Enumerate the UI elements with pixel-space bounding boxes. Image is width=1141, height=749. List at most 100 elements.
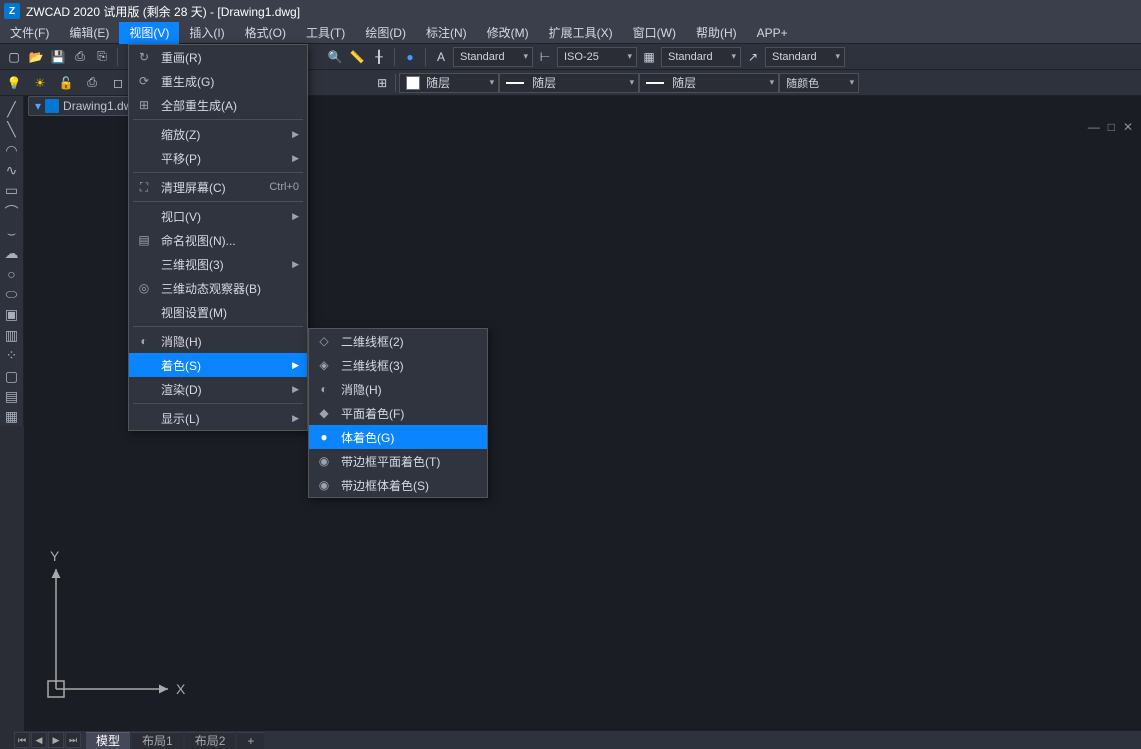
menu-tools[interactable]: 工具(T) (296, 22, 355, 44)
view-dropdown: ↻重画(R) ⟳重生成(G) ⊞全部重生成(A) 缩放(Z)▶ 平移(P)▶ ⛶… (128, 44, 308, 431)
text-style-dropdown[interactable]: Standard (453, 47, 533, 67)
menu-help[interactable]: 帮助(H) (686, 22, 747, 44)
menu-view-settings[interactable]: 视图设置(M) (129, 300, 307, 324)
submenu-hidden[interactable]: ◐消隐(H) (309, 377, 487, 401)
layer-swatch-icon[interactable]: ◻ (108, 73, 128, 93)
tab-add-layout[interactable]: + (237, 732, 264, 749)
menu-3d-view[interactable]: 三维视图(3)▶ (129, 252, 307, 276)
menu-extend[interactable]: 扩展工具(X) (539, 22, 623, 44)
maximize-button[interactable]: □ (1108, 120, 1115, 134)
menu-format[interactable]: 格式(O) (235, 22, 296, 44)
document-icon (45, 99, 59, 113)
menu-file[interactable]: 文件(F) (0, 22, 59, 44)
dim-style-icon[interactable]: ⊢ (535, 47, 555, 67)
menu-bar: 文件(F) 编辑(E) 视图(V) 插入(I) 格式(O) 工具(T) 绘图(D… (0, 22, 1141, 44)
menu-redraw[interactable]: ↻重画(R) (129, 45, 307, 69)
menu-view[interactable]: 视图(V) (119, 22, 179, 44)
lineweight-dropdown[interactable]: 随层 (639, 73, 779, 93)
menu-modify[interactable]: 修改(M) (477, 22, 539, 44)
layer-lock-icon[interactable]: 🔓 (56, 73, 76, 93)
submenu-flat-edges[interactable]: ◉带边框平面着色(T) (309, 449, 487, 473)
curve-icon[interactable]: ⌒ (2, 202, 22, 222)
tab-model[interactable]: 模型 (86, 732, 130, 749)
layer-sun-icon[interactable]: ☀ (30, 73, 50, 93)
circle-fill-icon[interactable]: ● (400, 47, 420, 67)
measure-icon[interactable]: 📏 (347, 47, 367, 67)
curve2-icon[interactable]: ⌣ (2, 224, 22, 242)
layer-bulb-icon[interactable]: 💡 (4, 73, 24, 93)
circle-icon[interactable]: ○ (2, 265, 22, 283)
menu-clean-screen[interactable]: ⛶清理屏幕(C)Ctrl+0 (129, 175, 307, 199)
submenu-gouraud-shade[interactable]: ●体着色(G) (309, 425, 487, 449)
arc-icon[interactable]: ◠ (2, 141, 22, 159)
menu-app-plus[interactable]: APP+ (747, 22, 798, 44)
dim-style-dropdown[interactable]: ISO-25 (557, 47, 637, 67)
tab-nav-first[interactable]: ⏮ (14, 732, 30, 748)
table-style-dropdown[interactable]: Standard (661, 47, 741, 67)
menu-annotate[interactable]: 标注(N) (416, 22, 477, 44)
find-icon[interactable]: 🔍 (325, 47, 345, 67)
redraw-icon: ↻ (133, 50, 155, 64)
linetype-dropdown[interactable]: 随层 (499, 73, 639, 93)
submenu-flat-shade[interactable]: ◆平面着色(F) (309, 401, 487, 425)
submenu-3d-wireframe[interactable]: ◈三维线框(3) (309, 353, 487, 377)
draw-toolbar: ╱ ╲ ◠ ∿ ▭ ⌒ ⌣ ☁ ○ ⬭ ▣ ▥ ⁘ ▢ ▤ ▦ (0, 96, 24, 426)
spline-icon[interactable]: ∿ (2, 161, 22, 179)
text-style-icon[interactable]: A (431, 47, 451, 67)
close-button[interactable]: ✕ (1123, 120, 1133, 134)
layer-plot-icon[interactable]: ⎙ (82, 73, 102, 93)
layer-mgr-icon[interactable]: ⊞ (372, 73, 392, 93)
line-icon[interactable]: ╱ (2, 100, 22, 118)
color-dropdown[interactable]: 随层 (399, 73, 499, 93)
mleader-style-dropdown[interactable]: Standard (765, 47, 845, 67)
table-style-icon[interactable]: ▦ (639, 47, 659, 67)
menu-shade[interactable]: 着色(S)▶ (129, 353, 307, 377)
print-preview-icon[interactable]: ⎘ (92, 47, 112, 67)
hatch-icon[interactable]: ▥ (2, 326, 22, 344)
submenu-gouraud-edges[interactable]: ◉带边框体着色(S) (309, 473, 487, 497)
block-icon[interactable]: ▣ (2, 306, 22, 324)
open-icon[interactable]: 📂 (26, 47, 46, 67)
named-views-icon: ▤ (133, 233, 155, 247)
grid-icon[interactable]: ▦ (2, 408, 22, 426)
menu-regen[interactable]: ⟳重生成(G) (129, 69, 307, 93)
cloud-icon[interactable]: ☁ (2, 244, 22, 262)
save-icon[interactable]: 💾 (48, 47, 68, 67)
menu-render[interactable]: 渲染(D)▶ (129, 377, 307, 401)
mleader-style-icon[interactable]: ↗ (743, 47, 763, 67)
svg-text:Y: Y (50, 549, 60, 564)
tab-nav-last[interactable]: ⏭ (65, 732, 81, 748)
plotstyle-dropdown[interactable]: 随颜色 (779, 73, 859, 93)
menu-regen-all[interactable]: ⊞全部重生成(A) (129, 93, 307, 117)
menu-zoom[interactable]: 缩放(Z)▶ (129, 122, 307, 146)
points-icon[interactable]: ⁘ (2, 346, 22, 364)
tab-nav-prev[interactable]: ◀ (31, 732, 47, 748)
menu-pan[interactable]: 平移(P)▶ (129, 146, 307, 170)
menu-3d-orbit[interactable]: ◎三维动态观察器(B) (129, 276, 307, 300)
menu-viewport[interactable]: 视口(V)▶ (129, 204, 307, 228)
tab-layout1[interactable]: 布局1 (132, 732, 183, 749)
new-icon[interactable]: ▢ (4, 47, 24, 67)
shade-submenu: ◇二维线框(2) ◈三维线框(3) ◐消隐(H) ◆平面着色(F) ●体着色(G… (308, 328, 488, 498)
region-icon[interactable]: ▢ (2, 367, 22, 385)
print-icon[interactable]: ⎙ (70, 47, 90, 67)
menu-hide[interactable]: ◐消隐(H) (129, 329, 307, 353)
separator (425, 48, 426, 66)
menu-display[interactable]: 显示(L)▶ (129, 406, 307, 430)
rectangle-icon[interactable]: ▭ (2, 182, 22, 200)
menu-insert[interactable]: 插入(I) (179, 22, 234, 44)
dimension-icon[interactable]: ╂ (369, 47, 389, 67)
layout-tabs: ⏮ ◀ ▶ ⏭ 模型 布局1 布局2 + (14, 731, 1141, 749)
menu-draw[interactable]: 绘图(D) (355, 22, 416, 44)
tab-nav-next[interactable]: ▶ (48, 732, 64, 748)
menu-window[interactable]: 窗口(W) (623, 22, 686, 44)
submenu-2d-wireframe[interactable]: ◇二维线框(2) (309, 329, 487, 353)
ellipse-icon[interactable]: ⬭ (2, 285, 22, 303)
tab-layout2[interactable]: 布局2 (185, 732, 236, 749)
menu-edit[interactable]: 编辑(E) (59, 22, 119, 44)
menu-named-views[interactable]: ▤命名视图(N)... (129, 228, 307, 252)
polyline-icon[interactable]: ╲ (2, 120, 22, 138)
separator (117, 48, 118, 66)
text-icon[interactable]: ▤ (2, 387, 22, 405)
minimize-button[interactable]: — (1088, 120, 1100, 134)
